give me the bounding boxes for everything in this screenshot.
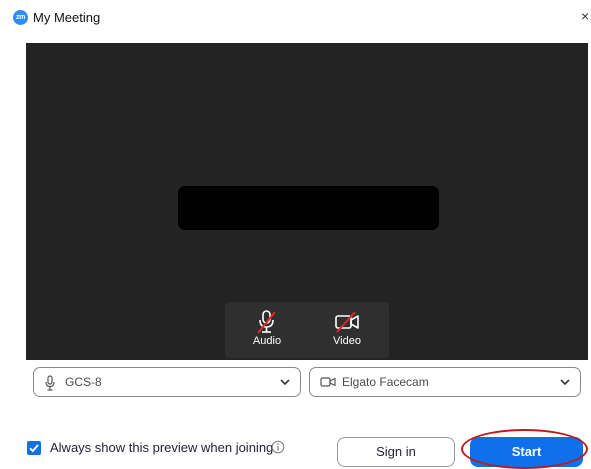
redacted-name-box xyxy=(178,186,439,230)
info-icon[interactable] xyxy=(271,440,285,454)
preview-controls: Audio Video xyxy=(225,302,389,358)
always-show-preview-label[interactable]: Always show this preview when joining xyxy=(50,440,273,455)
chevron-down-icon xyxy=(560,379,570,386)
audio-label: Audio xyxy=(252,335,282,347)
camera-icon xyxy=(320,377,336,387)
camera-select[interactable]: Elgato Facecam xyxy=(309,367,581,397)
microphone-select[interactable]: GCS-8 xyxy=(33,367,301,397)
video-preview: Audio Video xyxy=(26,43,588,360)
start-button[interactable]: Start xyxy=(470,437,583,467)
close-button[interactable]: × xyxy=(581,8,589,24)
audio-button[interactable]: Audio xyxy=(227,302,307,358)
title-bar: zm My Meeting × xyxy=(0,0,591,34)
chevron-down-icon xyxy=(280,379,290,386)
video-button[interactable]: Video xyxy=(307,302,387,358)
zoom-logo-icon: zm xyxy=(13,10,28,25)
video-camera-off-icon xyxy=(335,311,359,333)
camera-select-value: Elgato Facecam xyxy=(342,375,429,389)
checkmark-icon xyxy=(29,444,39,453)
always-show-preview-checkbox[interactable] xyxy=(27,441,41,455)
sign-in-button[interactable]: Sign in xyxy=(337,437,455,467)
microphone-select-value: GCS-8 xyxy=(65,375,102,389)
microphone-muted-icon xyxy=(257,310,276,334)
video-label: Video xyxy=(333,335,361,347)
microphone-icon xyxy=(45,375,55,391)
window-title: My Meeting xyxy=(33,10,101,25)
